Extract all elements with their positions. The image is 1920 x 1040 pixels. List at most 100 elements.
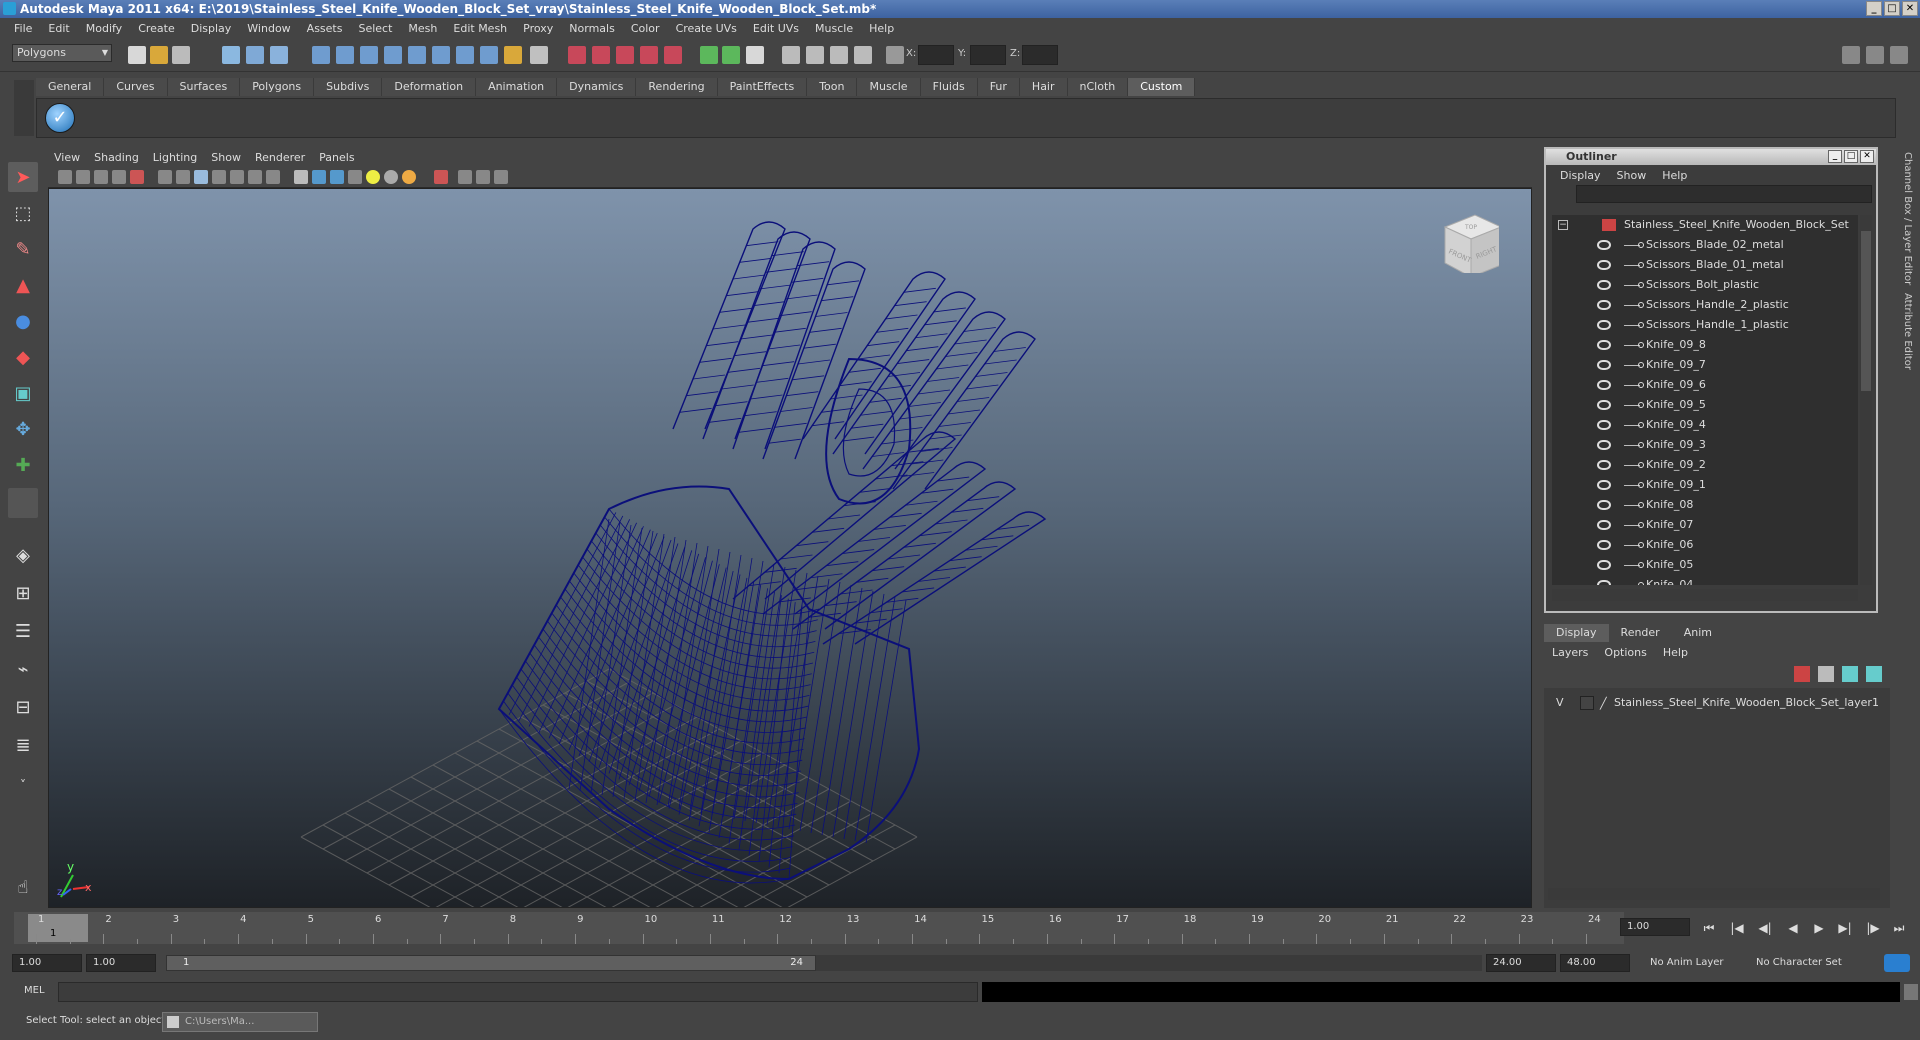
script-editor-icon[interactable] — [1904, 984, 1918, 1000]
four-view-layout-icon[interactable]: ⊞ — [8, 578, 38, 608]
step-forward-frame-icon[interactable]: |▶ — [1864, 920, 1882, 936]
scale-tool-icon[interactable]: ◆ — [8, 342, 38, 372]
outliner-vertical-scrollbar[interactable] — [1860, 215, 1872, 585]
history-icon[interactable] — [456, 46, 474, 64]
absolute-transform-icon[interactable] — [886, 46, 904, 64]
snap-grid-icon[interactable] — [312, 46, 330, 64]
outliner-item[interactable]: Knife_08 — [1552, 495, 1858, 515]
outliner-scroll-thumb[interactable] — [1861, 231, 1871, 391]
channel-box-tab[interactable]: Channel Box / Layer Editor — [1898, 148, 1917, 289]
menu-color[interactable]: Color — [623, 22, 668, 35]
layer-move-down-icon[interactable] — [1866, 666, 1882, 682]
range-track[interactable] — [816, 955, 1482, 971]
move-tool-icon[interactable]: ▲ — [8, 270, 38, 300]
shelf-tab-custom[interactable]: Custom — [1128, 78, 1196, 96]
shelf-tab-painteffects[interactable]: PaintEffects — [717, 78, 808, 96]
new-layer-selected-icon[interactable] — [1818, 666, 1834, 682]
step-back-key-icon[interactable]: |◀ — [1728, 920, 1746, 936]
menu-file[interactable]: File — [6, 22, 40, 35]
hypershade-icon[interactable] — [664, 46, 682, 64]
taskbar-window-button[interactable]: C:\Users\Ma... — [162, 1012, 318, 1032]
anim-layer-selector[interactable]: No Anim Layer — [1650, 954, 1724, 972]
render-current-icon[interactable] — [592, 46, 610, 64]
shelf-tab-fur[interactable]: Fur — [977, 78, 1020, 96]
layer-color-swatch[interactable]: ╱ — [1600, 695, 1607, 713]
outliner-search-input[interactable] — [1576, 185, 1872, 203]
shelf-tab-dynamics[interactable]: Dynamics — [557, 78, 637, 96]
view-cube[interactable]: TOP FRONT RIGHT — [1435, 209, 1499, 273]
menu-help[interactable]: Help — [861, 22, 902, 35]
smooth-shade-icon[interactable] — [312, 170, 326, 184]
character-set-selector[interactable]: No Character Set — [1756, 954, 1842, 972]
viewport-menu-show[interactable]: Show — [205, 151, 249, 164]
outliner-item[interactable]: Knife_09_6 — [1552, 375, 1858, 395]
layout-icon[interactable] — [700, 46, 718, 64]
current-time-field[interactable]: 1.00 — [1620, 918, 1690, 936]
grid-icon[interactable] — [158, 170, 172, 184]
outliner-root-item[interactable]: − Stainless_Steel_Knife_Wooden_Block_Set — [1552, 215, 1858, 235]
playback-end-field[interactable]: 24.00 — [1486, 954, 1556, 972]
go-to-end-icon[interactable]: ⏭ — [1890, 920, 1908, 936]
open-scene-icon[interactable] — [150, 46, 168, 64]
layout-two-icon[interactable] — [722, 46, 740, 64]
safe-title-icon[interactable] — [266, 170, 280, 184]
single-perspective-layout-icon[interactable]: ◈ — [8, 540, 38, 570]
all-lights-icon[interactable] — [384, 170, 398, 184]
shelf-tab-deformation[interactable]: Deformation — [382, 78, 477, 96]
shelf-tab-muscle[interactable]: Muscle — [857, 78, 921, 96]
current-frame-marker[interactable]: 1 — [28, 914, 88, 942]
shelf-tab-toon[interactable]: Toon — [807, 78, 858, 96]
animation-end-field[interactable]: 48.00 — [1560, 954, 1630, 972]
outliner-minimize-button[interactable]: _ — [1828, 150, 1842, 163]
ipr-render-icon[interactable] — [616, 46, 634, 64]
toggle-panel-icon[interactable] — [1842, 46, 1860, 64]
outliner-item[interactable]: Knife_09_4 — [1552, 415, 1858, 435]
menu-edit-uvs[interactable]: Edit UVs — [745, 22, 807, 35]
outliner-item[interactable]: Scissors_Blade_01_metal — [1552, 255, 1858, 275]
snap-plane-icon[interactable] — [384, 46, 402, 64]
select-component-icon[interactable] — [270, 46, 288, 64]
image-plane-icon[interactable] — [112, 170, 126, 184]
outliner-item[interactable]: Knife_09_1 — [1552, 475, 1858, 495]
outliner-menu-help[interactable]: Help — [1654, 169, 1695, 182]
quick-layout-icon[interactable]: ☝ — [8, 872, 38, 902]
snap-point-icon[interactable] — [360, 46, 378, 64]
menu-set-selector[interactable]: Polygons — [12, 44, 112, 62]
maximize-button[interactable]: □ — [1884, 1, 1900, 16]
outliner-item[interactable]: Scissors_Handle_1_plastic — [1552, 315, 1858, 335]
menu-create-uvs[interactable]: Create UVs — [668, 22, 745, 35]
layer-tab-anim[interactable]: Anim — [1672, 624, 1724, 642]
render-settings-icon[interactable] — [640, 46, 658, 64]
viewport-menu-shading[interactable]: Shading — [88, 151, 147, 164]
backface-culling-icon[interactable] — [494, 170, 508, 184]
layer-menu-help[interactable]: Help — [1655, 644, 1696, 662]
layer-row[interactable]: V ╱ Stainless_Steel_Knife_Wooden_Block_S… — [1544, 694, 1890, 712]
layer-menu-layers[interactable]: Layers — [1544, 644, 1596, 662]
go-to-start-icon[interactable]: ⏮ — [1700, 920, 1718, 936]
textured-icon[interactable] — [348, 170, 362, 184]
perspective-viewport[interactable]: y x z TOP FRONT RIGHT — [48, 188, 1532, 908]
outliner-item[interactable]: Scissors_Bolt_plastic — [1552, 275, 1858, 295]
outliner-item[interactable]: Knife_06 — [1552, 535, 1858, 555]
shelf-tab-ncloth[interactable]: nCloth — [1067, 78, 1129, 96]
snap-curve-icon[interactable] — [336, 46, 354, 64]
y-field[interactable] — [970, 45, 1006, 65]
attribute-editor-tab[interactable]: Attribute Editor — [1898, 289, 1917, 374]
outliner-item[interactable]: Knife_09_7 — [1552, 355, 1858, 375]
shelf-tab-polygons[interactable]: Polygons — [240, 78, 315, 96]
outliner-menu-show[interactable]: Show — [1609, 169, 1655, 182]
shelf-tab-hair[interactable]: Hair — [1019, 78, 1068, 96]
play-backward-icon[interactable]: ◀ — [1784, 920, 1802, 936]
close-button[interactable]: ✕ — [1902, 1, 1918, 16]
menu-mesh[interactable]: Mesh — [400, 22, 445, 35]
step-back-frame-icon[interactable]: ◀| — [1756, 920, 1774, 936]
outliner-item[interactable]: Knife_05 — [1552, 555, 1858, 575]
time-slider[interactable]: 1 1 2 3 4 5 6 7 8 9 10 11 12 13 14 15 16 17 18 19 20 21 22 23 2… — [14, 912, 1624, 944]
relative-icon[interactable] — [854, 46, 872, 64]
outliner-item[interactable]: Scissors_Handle_2_plastic — [1552, 295, 1858, 315]
isolate-select-icon[interactable] — [434, 170, 448, 184]
step-forward-key-icon[interactable]: ▶| — [1836, 920, 1854, 936]
menu-create[interactable]: Create — [130, 22, 183, 35]
camera-icon[interactable] — [782, 46, 800, 64]
wireframe-icon[interactable] — [294, 170, 308, 184]
